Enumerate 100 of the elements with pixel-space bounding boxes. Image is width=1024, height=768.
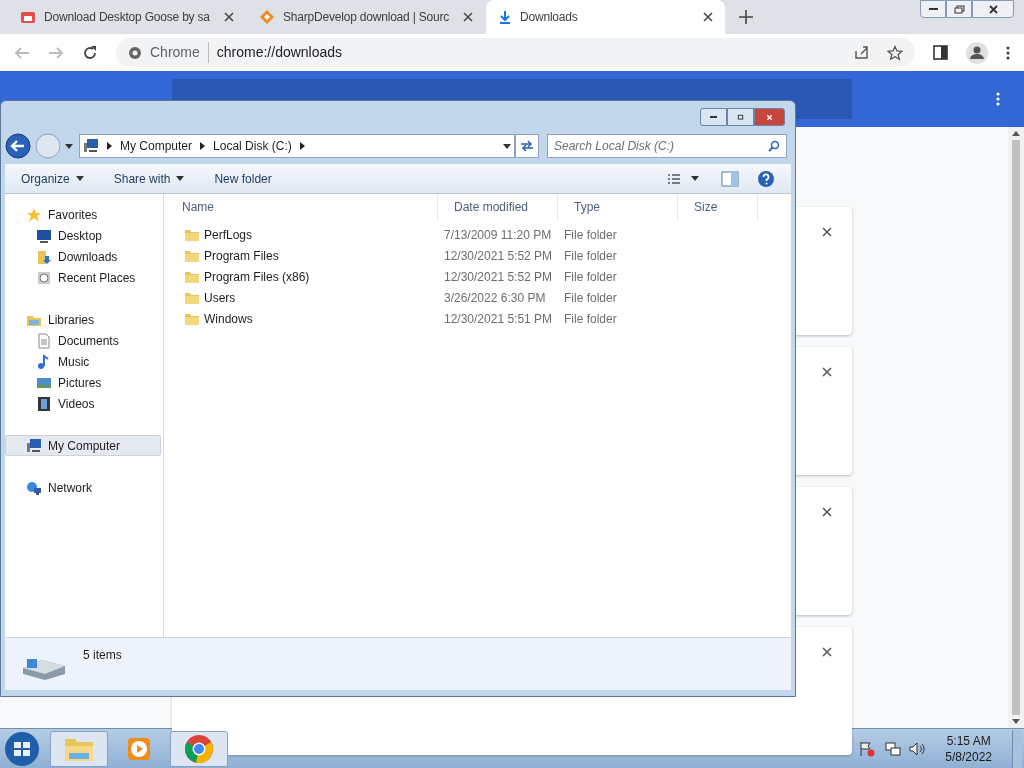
file-name[interactable]: PerfLogs [204, 225, 253, 244]
star-icon [26, 206, 42, 223]
column-header[interactable]: Type [558, 194, 678, 220]
close-icon [987, 4, 999, 14]
computer-icon [83, 138, 99, 154]
speaker-icon[interactable] [909, 740, 926, 757]
restore-button[interactable] [946, 0, 972, 18]
nav-item[interactable]: Libraries [5, 309, 163, 330]
column-header[interactable]: Date modified [438, 194, 558, 220]
nav-item[interactable]: Documents [5, 330, 163, 351]
scroll-down-icon[interactable] [1012, 719, 1020, 724]
close-button[interactable] [972, 0, 1014, 18]
toolbar-button[interactable]: New folder [206, 166, 280, 191]
close-icon[interactable] [463, 12, 473, 22]
network-icon [26, 479, 42, 496]
minimize-icon [710, 116, 717, 118]
star-icon[interactable] [887, 44, 903, 61]
type-cell-text: File folder [563, 247, 618, 265]
taskbar-button[interactable] [170, 730, 228, 767]
network-icon[interactable] [885, 740, 902, 757]
side-panel-icon[interactable] [933, 45, 948, 60]
browser-tab[interactable]: SharpDevelop download | Sourc [247, 0, 486, 34]
folder-icon [36, 248, 52, 265]
plus-icon[interactable] [739, 10, 753, 24]
clock-date: 5/8/2022 [945, 748, 992, 765]
scrollbar[interactable] [1008, 127, 1024, 728]
site-label: Chrome [150, 42, 209, 63]
nav-item[interactable]: Network [5, 477, 163, 498]
minimize-button[interactable] [920, 0, 946, 18]
browser-tab[interactable]: Download Desktop Goose by sa [8, 0, 247, 34]
film-icon [36, 395, 52, 412]
maximize-button[interactable] [727, 108, 754, 126]
search-icon [768, 140, 780, 152]
share-icon[interactable] [854, 45, 869, 60]
nav-item[interactable]: Recent Places [5, 267, 163, 288]
search-field[interactable]: Search Local Disk (C:) [547, 134, 787, 158]
maximize-icon [737, 112, 744, 122]
menu-icon[interactable] [1006, 45, 1010, 60]
column-header[interactable]: Size [678, 194, 758, 220]
list-icon [667, 172, 681, 185]
help-icon[interactable] [757, 169, 775, 188]
restore-icon [953, 4, 965, 14]
minimize-icon [927, 8, 939, 10]
chevron-icon[interactable] [299, 142, 305, 150]
caret-icon [691, 176, 699, 181]
reload-icon[interactable] [82, 44, 98, 61]
menu-icon[interactable] [996, 92, 1000, 106]
file-name[interactable]: Users [204, 288, 236, 307]
address-field[interactable]: My Computer Local Disk (C:) [79, 134, 515, 158]
minimize-button[interactable] [700, 108, 727, 126]
breadcrumb-item[interactable]: Local Disk (C:) [213, 137, 292, 155]
nav-item[interactable]: Downloads [5, 246, 163, 267]
type-cell-text: File folder [563, 226, 618, 244]
file-name[interactable]: Windows [204, 309, 253, 328]
nav-item[interactable]: Favorites [5, 204, 163, 225]
toolbar-button[interactable]: Share with [105, 166, 193, 191]
file-name[interactable]: Program Files [204, 246, 279, 265]
caret-icon [176, 176, 185, 181]
date-cell-text: 12/30/2021 5:51 PM [443, 310, 554, 328]
nav-item[interactable]: Videos [5, 393, 163, 414]
column-header[interactable]: Name [164, 194, 438, 220]
clock-time: 5:15 AM [946, 732, 991, 749]
flag-icon[interactable] [859, 740, 876, 757]
clock[interactable]: 5:15 AM 5/8/2022 [945, 732, 992, 765]
download-icon [498, 10, 512, 24]
close-icon[interactable] [822, 367, 832, 377]
nav-item[interactable]: Pictures [5, 372, 163, 393]
start-icon[interactable] [2, 729, 42, 768]
refresh-icon [520, 140, 534, 152]
play-icon [126, 735, 152, 762]
nav-item[interactable]: My Computer [5, 435, 161, 456]
date-cell-text: 3/26/2022 6:30 PM [443, 289, 547, 307]
date-cell-text: 12/30/2021 5:52 PM [443, 247, 554, 265]
nav-item[interactable]: Music [5, 351, 163, 372]
refresh-button[interactable] [515, 134, 539, 158]
browser-tab[interactable]: Downloads [486, 0, 725, 34]
close-icon[interactable] [224, 12, 234, 22]
date-cell-text: 7/13/2009 11:20 PM [443, 226, 553, 244]
avatar-icon[interactable] [966, 41, 988, 64]
close-icon[interactable] [822, 647, 832, 657]
close-icon[interactable] [703, 12, 713, 22]
toolbar-button[interactable]: Organize [13, 166, 92, 191]
breadcrumb-item[interactable]: My Computer [120, 137, 193, 155]
url-text: chrome://downloads [216, 43, 344, 62]
type-cell-text: File folder [563, 268, 618, 286]
close-icon[interactable] [822, 507, 832, 517]
clock-icon [36, 269, 52, 286]
date-cell-text: 12/30/2021 5:52 PM [443, 268, 554, 286]
caret-icon [503, 143, 511, 149]
file-name[interactable]: Program Files (x86) [204, 267, 310, 286]
chevron-icon[interactable] [107, 142, 112, 150]
scroll-up-icon[interactable] [1012, 131, 1020, 136]
item-count: 5 items [83, 647, 122, 664]
close-icon[interactable] [822, 227, 832, 237]
address-bar[interactable]: Chrome chrome://downloads [116, 38, 915, 67]
nav-item[interactable]: Desktop [5, 225, 163, 246]
close-icon [766, 112, 773, 122]
chevron-icon[interactable] [200, 142, 206, 150]
drive-icon [21, 656, 67, 682]
type-cell-text: File folder [563, 310, 618, 328]
